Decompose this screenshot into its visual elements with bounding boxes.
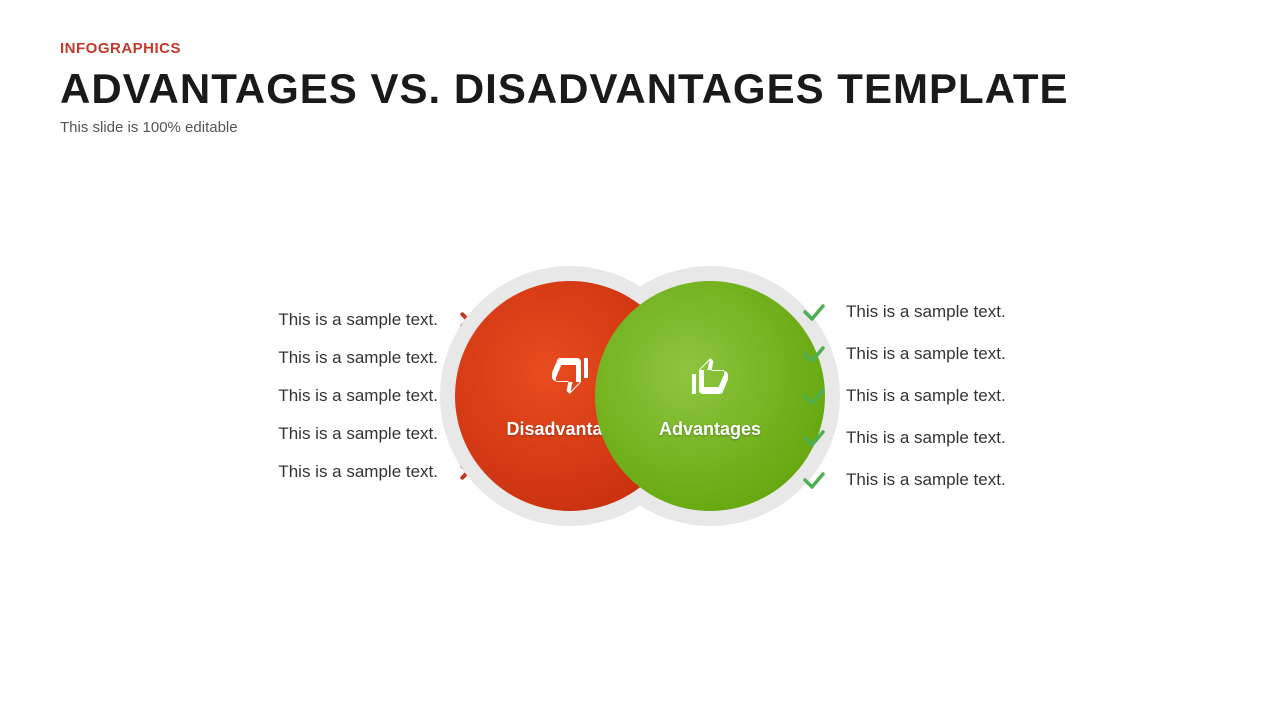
list-item: This is a sample text.	[800, 382, 1220, 410]
check-icon-5	[800, 466, 828, 494]
subtitle: This slide is 100% editable	[60, 119, 1220, 136]
venn-diagram: Disadvantages Advantages	[430, 256, 850, 536]
thumbs-down-icon	[546, 352, 594, 411]
check-icon-2	[800, 340, 828, 368]
list-item: This is a sample text.	[60, 308, 480, 332]
list-item: This is a sample text.	[60, 384, 480, 408]
main-title: ADVANTAGES VS. DISADVANTAGES TEMPLATE	[60, 65, 1220, 113]
check-icon-1	[800, 298, 828, 326]
advantages-list: This is a sample text. This is a sample …	[800, 166, 1220, 626]
check-icon-4	[800, 424, 828, 452]
header: Infographics ADVANTAGES VS. DISADVANTAGE…	[60, 40, 1220, 136]
adv-text-1: This is a sample text.	[846, 302, 1006, 322]
list-item: This is a sample text.	[60, 422, 480, 446]
disadvantages-list: This is a sample text. This is a sample …	[60, 166, 480, 626]
venn-outer: Disadvantages Advantages	[440, 266, 840, 526]
dis-text-4: This is a sample text.	[278, 424, 438, 444]
dis-text-3: This is a sample text.	[278, 386, 438, 406]
adv-text-5: This is a sample text.	[846, 470, 1006, 490]
adv-text-4: This is a sample text.	[846, 428, 1006, 448]
list-item: This is a sample text.	[800, 340, 1220, 368]
dis-text-5: This is a sample text.	[278, 462, 438, 482]
adv-text-2: This is a sample text.	[846, 344, 1006, 364]
list-item: This is a sample text.	[60, 460, 480, 484]
advantages-label: Advantages	[659, 419, 761, 440]
list-item: This is a sample text.	[60, 346, 480, 370]
dis-text-1: This is a sample text.	[278, 310, 438, 330]
advantages-circle: Advantages	[595, 281, 825, 511]
page: Infographics ADVANTAGES VS. DISADVANTAGE…	[0, 0, 1280, 720]
adv-text-3: This is a sample text.	[846, 386, 1006, 406]
list-item: This is a sample text.	[800, 424, 1220, 452]
check-icon-3	[800, 382, 828, 410]
list-item: This is a sample text.	[800, 466, 1220, 494]
dis-text-2: This is a sample text.	[278, 348, 438, 368]
content-area: This is a sample text. This is a sample …	[60, 166, 1220, 626]
thumbs-up-icon	[686, 352, 734, 411]
category-label: Infographics	[60, 40, 1220, 57]
list-item: This is a sample text.	[800, 298, 1220, 326]
